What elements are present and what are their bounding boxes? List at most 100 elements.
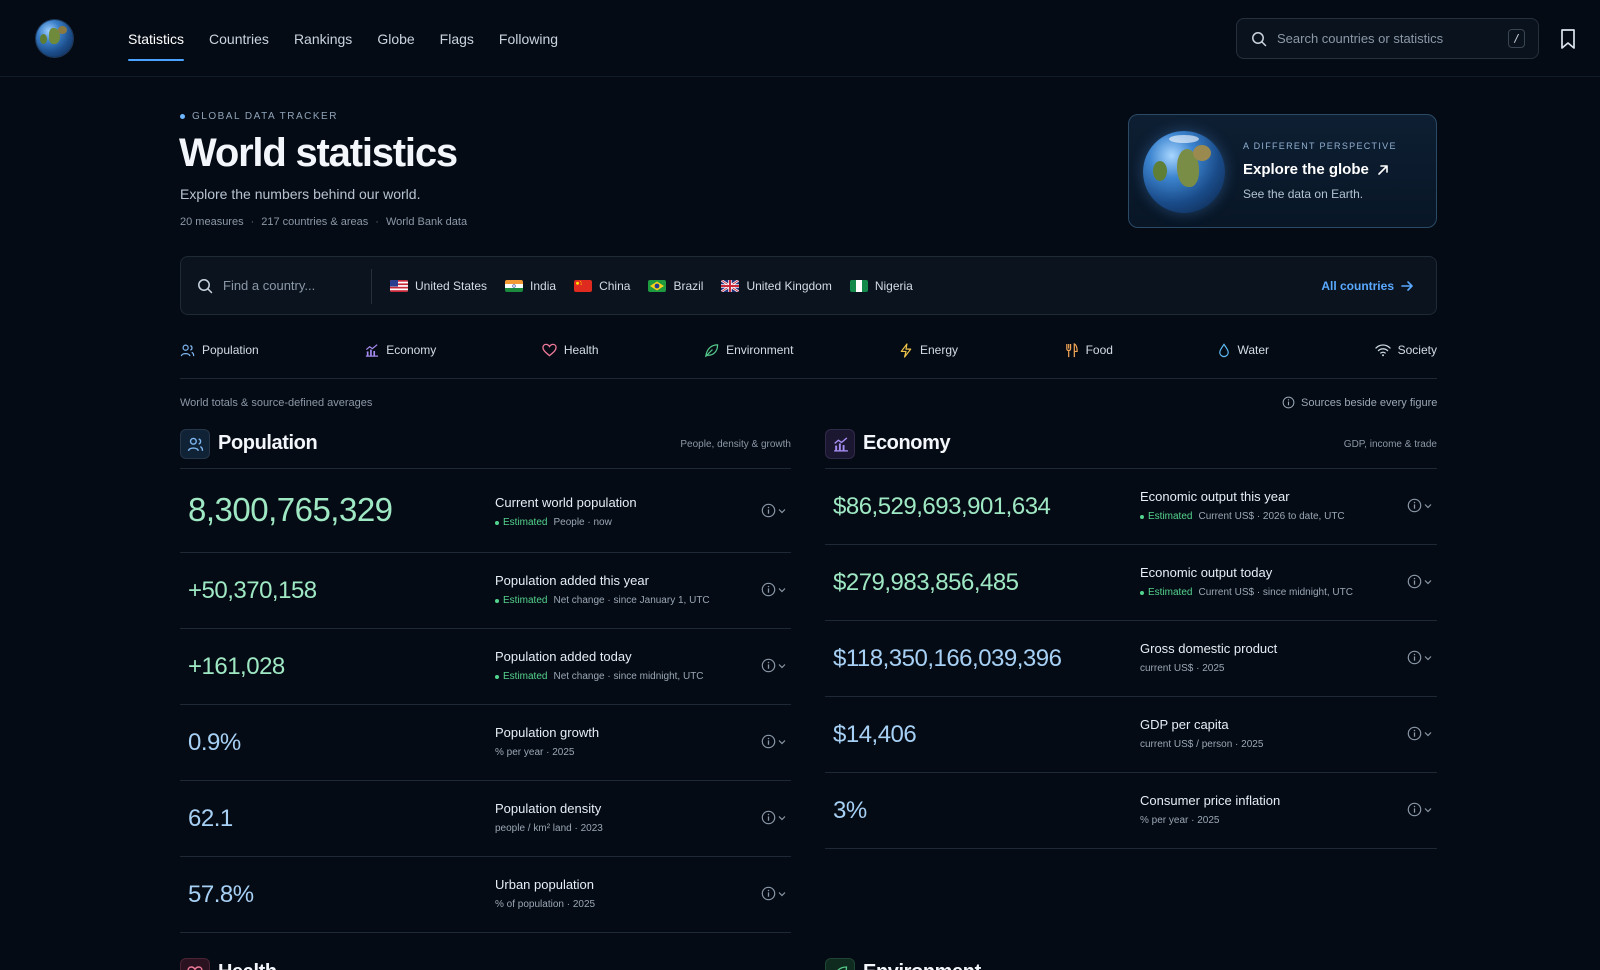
arrow-up-right-icon: [1378, 164, 1388, 175]
country-quick-bar: Find a country... United States India Ch…: [180, 256, 1437, 315]
globe-card-subtitle: See the data on Earth.: [1243, 187, 1364, 201]
chevron-down-icon: [778, 891, 786, 896]
info-toggle[interactable]: [1407, 498, 1432, 513]
stat-label: Population density: [495, 801, 602, 816]
health-section: Health: [180, 958, 791, 970]
wifi-icon: [1374, 344, 1391, 357]
all-countries-link[interactable]: All countries: [1321, 257, 1414, 314]
stat-value: +161,028: [188, 653, 285, 680]
stat-sub: % per year · 2025: [1140, 815, 1220, 826]
chevron-down-icon: [778, 739, 786, 744]
country-search-input[interactable]: Find a country...: [197, 257, 315, 314]
category-society[interactable]: Society: [1374, 343, 1437, 357]
stat-value: $86,529,693,901,634: [833, 493, 1051, 520]
info-toggle[interactable]: [761, 734, 786, 749]
info-icon: [761, 886, 776, 901]
info-toggle[interactable]: [761, 503, 786, 518]
chevron-down-icon: [1424, 503, 1432, 508]
info-icon: [761, 503, 776, 518]
stat-sub: current US$ / person · 2025: [1140, 739, 1264, 750]
leaf-icon: [705, 343, 719, 357]
info-icon: [1407, 726, 1422, 741]
shortcut-key: /: [1508, 29, 1525, 48]
category-population[interactable]: Population: [180, 343, 259, 358]
category-tabs: Population Economy Health Environment En…: [180, 339, 1437, 361]
stat-row: $86,529,693,901,634 Economic output this…: [825, 469, 1437, 545]
stat-value: 57.8%: [188, 881, 254, 908]
country-chip-brazil[interactable]: Brazil: [648, 279, 703, 293]
search-icon: [1252, 31, 1267, 46]
nigeria-flag-icon: [849, 279, 868, 292]
chevron-down-icon: [778, 663, 786, 668]
fork-knife-icon: [1065, 342, 1078, 357]
stat-sub: Estimated Current US$ · since midnight, U…: [1140, 587, 1353, 598]
category-economy[interactable]: Economy: [364, 343, 436, 358]
stat-sub: people / km² land · 2023: [495, 823, 603, 834]
stat-sub: Estimated Net change · since January 1, U…: [495, 595, 710, 606]
country-chip-label: Brazil: [673, 278, 704, 293]
section-header: Population People, density & growth: [180, 429, 791, 469]
country-chip-nigeria[interactable]: Nigeria: [849, 279, 913, 293]
bookmark-icon[interactable]: [1558, 28, 1578, 50]
leaf-icon: [825, 958, 855, 970]
stat-value: $118,350,166,039,396: [833, 645, 1062, 672]
search-input[interactable]: Search countries or statistics /: [1236, 18, 1539, 59]
info-toggle[interactable]: [1407, 650, 1432, 665]
info-toggle[interactable]: [761, 810, 786, 825]
category-food[interactable]: Food: [1064, 342, 1113, 358]
chevron-down-icon: [1424, 655, 1432, 660]
info-toggle[interactable]: [761, 582, 786, 597]
country-chip-united-kingdom[interactable]: United Kingdom: [721, 278, 832, 293]
section-title: Population: [218, 432, 318, 454]
uk-flag-icon: [721, 279, 740, 292]
nav-statistics[interactable]: Statistics: [128, 0, 185, 77]
stat-sub: % per year · 2025: [495, 747, 575, 758]
country-chip-label: China: [599, 278, 631, 293]
category-environment[interactable]: Environment: [704, 343, 793, 358]
info-toggle[interactable]: [761, 886, 786, 901]
nav-following[interactable]: Following: [499, 0, 558, 77]
nav-rankings[interactable]: Rankings: [294, 0, 352, 77]
nav-flags[interactable]: Flags: [440, 0, 474, 77]
heart-icon: [542, 343, 557, 357]
info-icon: [761, 658, 776, 673]
nav-countries[interactable]: Countries: [209, 0, 269, 77]
category-water[interactable]: Water: [1218, 342, 1269, 358]
stat-row: $118,350,166,039,396 Gross domestic prod…: [825, 621, 1437, 697]
section-title: Environment: [863, 961, 981, 970]
stat-label: Current world population: [495, 495, 637, 510]
economy-section: Economy GDP, income & trade $86,529,693,…: [825, 429, 1437, 849]
india-flag-icon: [505, 279, 524, 292]
nav-globe[interactable]: Globe: [377, 0, 414, 77]
stat-row: 3% Consumer price inflation % per year ·…: [825, 773, 1437, 849]
people-icon: [180, 429, 210, 459]
chart-icon: [366, 343, 379, 357]
category-energy[interactable]: Energy: [899, 342, 958, 358]
country-chip-india[interactable]: India: [505, 279, 556, 293]
stat-row: 8,300,765,329 Current world population E…: [180, 469, 791, 553]
explore-globe-card[interactable]: A DIFFERENT PERSPECTIVE Explore the glob…: [1128, 114, 1437, 228]
lightning-icon: [900, 342, 912, 358]
divider: [371, 269, 372, 304]
stat-value: 0.9%: [188, 729, 241, 756]
divider: [180, 378, 1437, 379]
info-toggle[interactable]: [1407, 802, 1432, 817]
section-tag: GDP, income & trade: [1343, 439, 1437, 450]
info-toggle[interactable]: [1407, 726, 1432, 741]
stat-label: Population growth: [495, 725, 600, 740]
country-chip-label: United Kingdom: [746, 278, 832, 293]
heart-icon: [180, 958, 210, 970]
stat-value: $279,983,856,485: [833, 569, 1019, 596]
country-chip-united-states[interactable]: United States: [390, 279, 487, 293]
globe-logo-icon[interactable]: [36, 20, 73, 57]
stat-row: +161,028 Population added today Estimate…: [180, 629, 791, 705]
globe-image: [1143, 131, 1225, 213]
stat-value: $14,406: [833, 721, 917, 748]
info-toggle[interactable]: [761, 658, 786, 673]
chevron-down-icon: [1424, 731, 1432, 736]
stat-sub: % of population · 2025: [495, 899, 596, 910]
category-health[interactable]: Health: [542, 343, 599, 357]
page-subtitle: Explore the numbers behind our world.: [180, 186, 421, 202]
info-toggle[interactable]: [1407, 574, 1432, 589]
country-chip-china[interactable]: China: [574, 279, 630, 293]
